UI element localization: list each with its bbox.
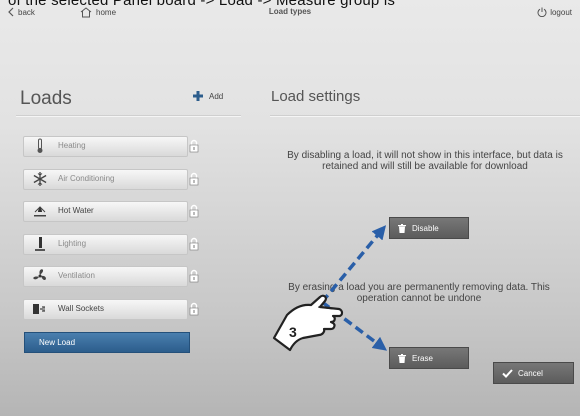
- add-load-button[interactable]: Add: [193, 91, 223, 101]
- load-item-air-conditioning[interactable]: Air Conditioning: [23, 168, 199, 190]
- fan-icon: [33, 269, 46, 281]
- load-item-hot-water[interactable]: Hot Water: [23, 201, 199, 222]
- add-label: Add: [209, 91, 224, 101]
- load-item-wall-sockets[interactable]: Wall Sockets: [23, 298, 199, 320]
- load-label: Wall Sockets: [58, 303, 104, 313]
- erase-label: Erase: [412, 353, 433, 363]
- disable-description: By disabling a load, it will not show in…: [287, 150, 563, 172]
- plug-icon: [33, 303, 45, 314]
- load-label: Lighting: [58, 238, 87, 248]
- trash-icon: [398, 223, 406, 233]
- load-item-heating[interactable]: Heating: [23, 136, 199, 157]
- load-list: Heating Air Conditioning Hot Water Light…: [23, 136, 199, 331]
- load-label: Air Conditioning: [58, 173, 115, 183]
- load-item-lighting[interactable]: Lighting: [23, 233, 199, 255]
- lock-icon: [189, 302, 199, 315]
- erase-button[interactable]: Erase: [389, 347, 469, 369]
- lock-icon: [189, 172, 199, 185]
- disable-button[interactable]: Disable: [389, 217, 469, 239]
- lock-icon: [189, 139, 199, 153]
- thermometer-icon: [37, 138, 43, 153]
- load-label: Heating: [58, 141, 86, 150]
- plus-icon: [193, 91, 203, 101]
- loads-title: Loads: [20, 88, 72, 109]
- divider: [16, 115, 241, 116]
- divider: [270, 115, 580, 116]
- erase-description: By erasing a load you are permanently re…: [288, 282, 550, 304]
- lamp-icon: [35, 236, 45, 251]
- load-label: Hot Water: [58, 206, 94, 215]
- disable-label: Disable: [412, 223, 439, 233]
- check-icon: [502, 368, 513, 378]
- cancel-label: Cancel: [518, 368, 543, 378]
- step-number: 3: [289, 324, 297, 340]
- load-item-ventilation[interactable]: Ventilation: [23, 266, 199, 287]
- lock-icon: [189, 204, 199, 218]
- top-bar: back home Load types logout: [0, 4, 580, 22]
- new-load-button[interactable]: New Load: [24, 332, 190, 353]
- cancel-button[interactable]: Cancel: [493, 362, 574, 384]
- lock-icon: [189, 269, 199, 283]
- hot-water-icon: [34, 206, 46, 217]
- settings-title: Load settings: [271, 88, 361, 105]
- logout-label: logout: [550, 7, 572, 17]
- lock-icon: [189, 237, 199, 250]
- trash-icon: [398, 353, 406, 363]
- load-label: Ventilation: [58, 271, 95, 280]
- snowflake-icon: [33, 171, 47, 186]
- arrow-to-erase: [320, 300, 388, 351]
- page-title: Load types: [268, 7, 312, 16]
- power-icon: [537, 7, 547, 17]
- logout-button[interactable]: logout: [537, 7, 572, 17]
